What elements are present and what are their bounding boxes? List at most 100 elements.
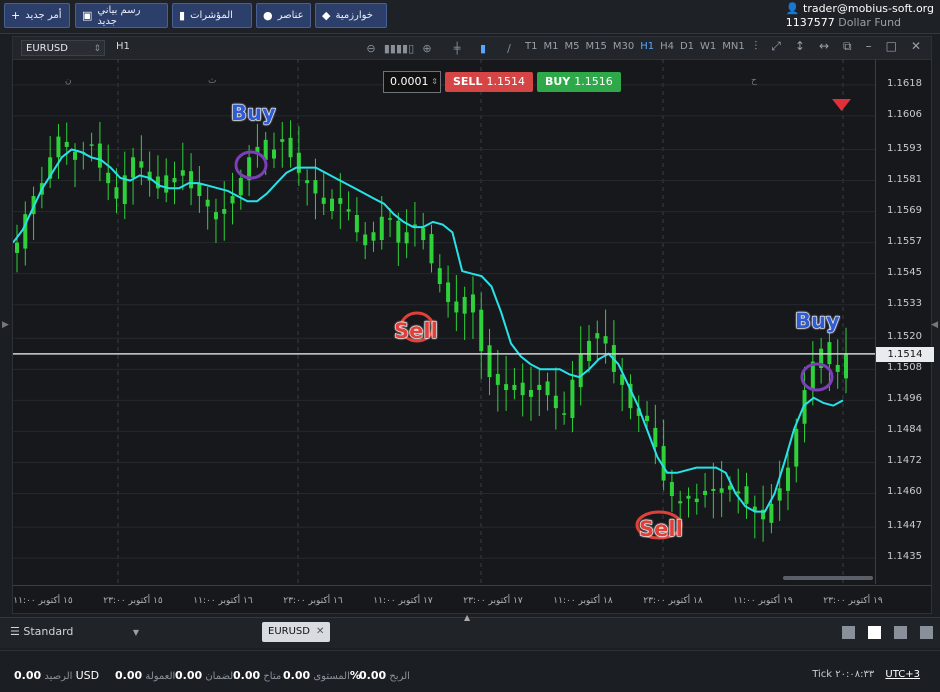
server-time: Tick ٢٠:٠٨:٣٣ UTC+3	[812, 669, 920, 680]
algorithm-button[interactable]: ◆ خوارزمية	[315, 3, 387, 28]
candle-body	[114, 187, 119, 199]
price-tick-label: 1.1520	[887, 331, 922, 343]
timeframe-h4[interactable]: H4	[660, 41, 674, 52]
timeframe-mn1[interactable]: MN1	[722, 41, 744, 52]
timeframe-m15[interactable]: M15	[585, 41, 606, 52]
layout-single-icon[interactable]	[842, 626, 855, 639]
close-icon[interactable]: ✕	[911, 39, 921, 54]
price-tick-label: 1.1435	[887, 551, 922, 563]
close-tab-icon[interactable]: ✕	[316, 626, 324, 637]
candle-body	[553, 395, 558, 409]
minimize-icon[interactable]: –	[866, 39, 872, 54]
expand-icon[interactable]: ⤢	[771, 39, 781, 54]
line-chart-icon[interactable]: ∕	[501, 42, 517, 55]
candle-body	[288, 137, 293, 158]
objects-button[interactable]: ● عناصر	[256, 3, 311, 28]
indicator-f-icon[interactable]: ⫶	[754, 39, 757, 54]
zoom-slider[interactable]: ▮▮▮▮▯	[379, 42, 419, 55]
timeframe-m5[interactable]: M5	[564, 41, 579, 52]
symbol-select[interactable]: EURUSD	[21, 40, 105, 57]
candle-body	[537, 384, 542, 390]
time-tick-label: ١٥ أكتوبر ١١:٠٠	[13, 596, 73, 606]
account-user: trader@mobius-soft.org	[803, 2, 934, 15]
price-tick-label: 1.1606	[887, 108, 922, 120]
right-panel-arrow-icon[interactable]: ◀	[931, 320, 938, 330]
popout-icon[interactable]: ⧉	[843, 39, 852, 54]
candle-body	[396, 220, 401, 243]
candlestick-icon[interactable]: ▮	[475, 42, 491, 55]
candle-body	[835, 364, 840, 372]
timeframe-h1[interactable]: H1	[640, 41, 654, 52]
day-marker: ح	[751, 76, 757, 86]
timezone-select[interactable]: UTC+3	[885, 669, 920, 680]
candle-body	[719, 488, 724, 493]
zoom-in-icon[interactable]: ⊕	[419, 42, 435, 55]
equity-stat: 0.00 الضمان	[175, 669, 236, 682]
sell-button[interactable]: SELL 1.1514	[445, 72, 533, 92]
candle-body	[462, 296, 467, 314]
candle-body	[189, 171, 194, 189]
candle-body	[437, 268, 442, 284]
lot-size-input[interactable]: 0.0001	[383, 71, 441, 93]
candle-body	[404, 232, 409, 244]
candle-body	[230, 196, 235, 204]
time-tick-label: ١٦ أكتوبر ١١:٠٠	[193, 596, 253, 606]
price-tick-label: 1.1472	[887, 455, 922, 467]
profit-stat: 0.00 الربح	[359, 669, 410, 682]
timeframe-m30[interactable]: M30	[613, 41, 634, 52]
bars-icon: ▮	[179, 9, 186, 22]
buy-annotation-1: Buy	[231, 101, 277, 126]
candle-body	[686, 495, 691, 499]
candle-body	[56, 136, 61, 158]
main-toolbar: + أمر جديد ▣ رسم بياني جديد ▮ المؤشرات ●…	[0, 0, 940, 34]
layout-select[interactable]: ☰ Standard ▼	[10, 625, 139, 638]
time-axis: ١٥ أكتوبر ١١:٠٠ ١٥ أكتوبر ٢٣:٠٠ ١٦ أكتوبر …	[13, 585, 931, 614]
timeframe-w1[interactable]: W1	[700, 41, 716, 52]
layout-columns-icon[interactable]	[894, 626, 907, 639]
price-tick-label: 1.1533	[887, 297, 922, 309]
candle-body	[197, 183, 202, 197]
chevron-down-icon: ▼	[132, 628, 140, 637]
price-tick-label: 1.1557	[887, 235, 922, 247]
candle-body	[238, 177, 243, 196]
bar-chart-icon[interactable]: ╪	[449, 42, 465, 55]
zoom-out-icon[interactable]: ⊖	[363, 42, 379, 55]
time-tick-label: ١٧ أكتوبر ٢٣:٠٠	[463, 596, 523, 606]
price-tick-label: 1.1447	[887, 520, 922, 532]
maximize-icon[interactable]: □	[886, 39, 897, 54]
status-bar: 0.00 الرصيد USD 0.00 العمولة 0.00 الضمان…	[0, 650, 940, 692]
new-chart-button[interactable]: ▣ رسم بياني جديد	[75, 3, 168, 28]
account-fund: Dollar Fund	[838, 16, 902, 29]
horizontal-scrollbar	[783, 576, 873, 580]
candle-body	[371, 232, 376, 241]
candle-body	[131, 157, 136, 178]
chart-window-controls: ⫶ ⤢ ↕ ↔ ⧉ – □ ✕	[754, 39, 921, 54]
vertical-scale-icon[interactable]: ↕	[795, 39, 805, 54]
account-info[interactable]: 👤 trader@mobius-soft.org 1137577 Dollar …	[786, 2, 934, 30]
indicators-button[interactable]: ▮ المؤشرات	[172, 3, 252, 28]
timeframe-d1[interactable]: D1	[680, 41, 694, 52]
price-chart[interactable]: نثح	[13, 59, 875, 584]
candle-body	[354, 215, 359, 233]
price-tick-label: 1.1593	[887, 142, 922, 154]
candle-body	[379, 216, 384, 241]
level-stat: 0.00 المستوى%	[283, 669, 361, 682]
left-panel-arrow-icon[interactable]: ▶	[2, 320, 9, 330]
timeframe-m1[interactable]: M1	[543, 41, 558, 52]
candle-body	[429, 234, 434, 264]
buy-button[interactable]: BUY 1.1516	[536, 72, 621, 92]
candle-body	[64, 141, 69, 147]
chart-tab-eurusd[interactable]: EURUSD ✕	[262, 622, 331, 642]
zoom-tools: ⊖ ▮▮▮▮▯ ⊕ ╪ ▮ ∕	[363, 40, 517, 56]
timeframe-t1[interactable]: T1	[525, 41, 537, 52]
candle-body	[711, 488, 716, 491]
new-order-button[interactable]: + أمر جديد	[4, 3, 70, 28]
sell-annotation-1: Sell	[394, 319, 439, 344]
horizontal-scale-icon[interactable]: ↔	[819, 39, 829, 54]
candle-body	[330, 198, 335, 212]
candle-body	[669, 482, 674, 497]
collapse-arrow-icon[interactable]: ▲	[464, 613, 470, 622]
candle-body	[454, 301, 459, 313]
layout-grid-icon[interactable]	[868, 626, 881, 639]
layout-rows-icon[interactable]	[920, 626, 933, 639]
